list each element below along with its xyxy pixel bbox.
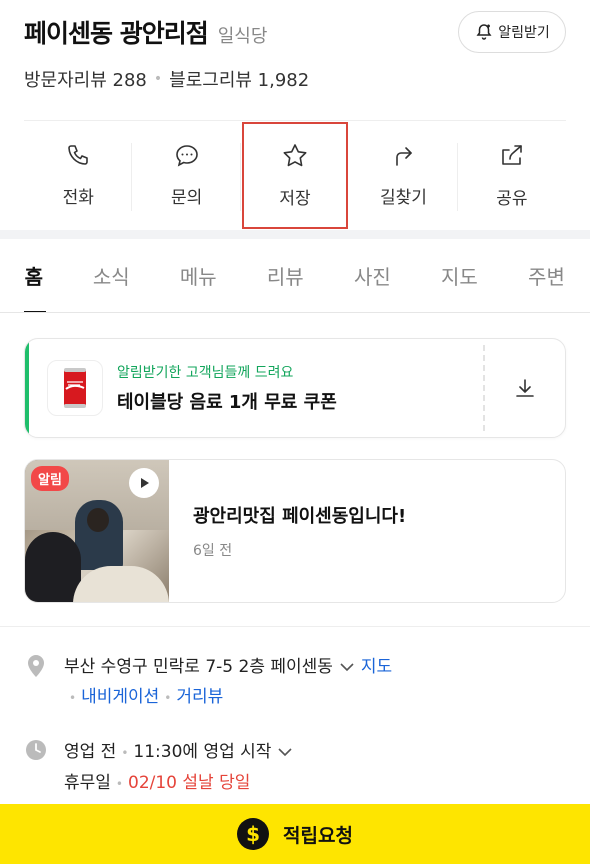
share-icon — [502, 145, 522, 165]
navigation-link[interactable]: 내비게이션 — [81, 687, 159, 707]
business-status: 영업 전 — [64, 742, 117, 762]
tab-home[interactable]: 홈 — [0, 239, 68, 312]
post-title: 광안리맛집 페이센동입니다! — [193, 506, 407, 527]
coupon-download-button[interactable] — [485, 339, 565, 437]
tab-photos[interactable]: 사진 — [329, 239, 416, 312]
blog-reviews-link[interactable]: 블로그리뷰 1,982 — [169, 66, 309, 92]
separator-dot: • — [153, 71, 163, 87]
chevron-down-icon[interactable] — [277, 747, 293, 757]
coupon-subtitle: 알림받기한 고객님들께 드려요 — [117, 365, 294, 381]
directions-icon — [396, 147, 413, 166]
notice-badge: 알림 — [31, 466, 69, 491]
tab-news[interactable]: 소식 — [68, 239, 155, 312]
coupon-text: 알림받기한 고객님들께 드려요 테이블당 음료 1개 무료 쿠폰 — [117, 362, 337, 414]
holiday-value: 02/10 설날 당일 — [128, 773, 251, 793]
coupon-card[interactable]: 알림받기한 고객님들께 드려요 테이블당 음료 1개 무료 쿠폰 — [24, 338, 566, 438]
place-header: 페이센동 광안리점 일식당 알림받기 방문자리뷰 288 • 블로그리뷰 1,9… — [0, 0, 590, 120]
coupon-title: 테이블당 음료 1개 무료 쿠폰 — [117, 392, 337, 413]
visitor-reviews-link[interactable]: 방문자리뷰 288 — [24, 66, 147, 92]
share-label: 공유 — [496, 189, 528, 209]
street-view-link[interactable]: 거리뷰 — [176, 687, 223, 707]
location-pin-icon — [24, 652, 48, 678]
points-request-button[interactable]: $ 적립요청 — [0, 804, 590, 864]
download-icon — [516, 379, 534, 397]
address-text: 부산 수영구 민락로 7-5 2층 페이센동 — [64, 657, 333, 677]
place-category: 일식당 — [217, 26, 268, 47]
notify-button[interactable]: 알림받기 — [458, 11, 566, 53]
coupon-body: 알림받기한 고객님들께 드려요 테이블당 음료 1개 무료 쿠폰 — [29, 339, 483, 437]
hours-row: 영업 전 • 11:30에 영업 시작 휴무일 • 02/10 설날 당일 — [24, 737, 299, 799]
tab-reviews[interactable]: 리뷰 — [242, 239, 329, 312]
save-label: 저장 — [279, 189, 311, 209]
clock-icon — [24, 737, 48, 761]
opening-time: 11:30에 영업 시작 — [133, 742, 272, 762]
phone-icon — [68, 145, 89, 165]
place-title: 페이센동 광안리점 — [24, 19, 209, 48]
action-bar: 전화 문의 저장 길찾기 공유 — [24, 120, 566, 230]
tab-bar: 홈 소식 메뉴 리뷰 사진 지도 주변 — [0, 239, 590, 313]
directions-button[interactable]: 길찾기 — [349, 121, 458, 230]
share-button[interactable]: 공유 — [458, 121, 566, 230]
inquiry-button[interactable]: 문의 — [132, 121, 241, 230]
cola-can-icon — [47, 360, 103, 416]
section-divider — [0, 626, 590, 627]
star-icon — [283, 144, 307, 167]
post-time: 6일 전 — [193, 543, 233, 559]
review-summary: 방문자리뷰 288 • 블로그리뷰 1,982 — [24, 66, 309, 92]
directions-label: 길찾기 — [379, 188, 427, 208]
hours-block: 영업 전 • 11:30에 영업 시작 휴무일 • 02/10 설날 당일 — [64, 737, 299, 799]
notify-label: 알림받기 — [498, 25, 550, 41]
address-row: 부산 수영구 민락로 7-5 2층 페이센동 지도 • 내비게이션 • 거리뷰 — [24, 652, 392, 713]
tab-map[interactable]: 지도 — [416, 239, 503, 312]
post-text: 광안리맛집 페이센동입니다! 6일 전 — [169, 460, 406, 602]
tab-menu[interactable]: 메뉴 — [155, 239, 242, 312]
news-post-card[interactable]: 알림 광안리맛집 페이센동입니다! 6일 전 — [24, 459, 566, 603]
holiday-label: 휴무일 — [64, 773, 111, 793]
tab-nearby[interactable]: 주변 — [503, 239, 590, 312]
chat-icon — [175, 145, 198, 167]
play-icon[interactable] — [129, 468, 159, 498]
inquiry-label: 문의 — [170, 188, 203, 208]
address-block: 부산 수영구 민락로 7-5 2층 페이센동 지도 • 내비게이션 • 거리뷰 — [64, 657, 393, 707]
map-link[interactable]: 지도 — [361, 657, 392, 677]
title-row: 페이센동 광안리점 일식당 — [24, 14, 267, 50]
bell-plus-icon — [476, 24, 492, 40]
dollar-coin-icon: $ — [237, 818, 270, 850]
points-request-label: 적립요청 — [283, 824, 353, 847]
save-button[interactable]: 저장 — [241, 121, 349, 230]
section-divider — [0, 230, 590, 239]
post-thumbnail[interactable]: 알림 — [25, 460, 169, 602]
call-label: 전화 — [62, 188, 94, 208]
chevron-down-icon[interactable] — [339, 662, 355, 672]
call-button[interactable]: 전화 — [24, 121, 133, 230]
